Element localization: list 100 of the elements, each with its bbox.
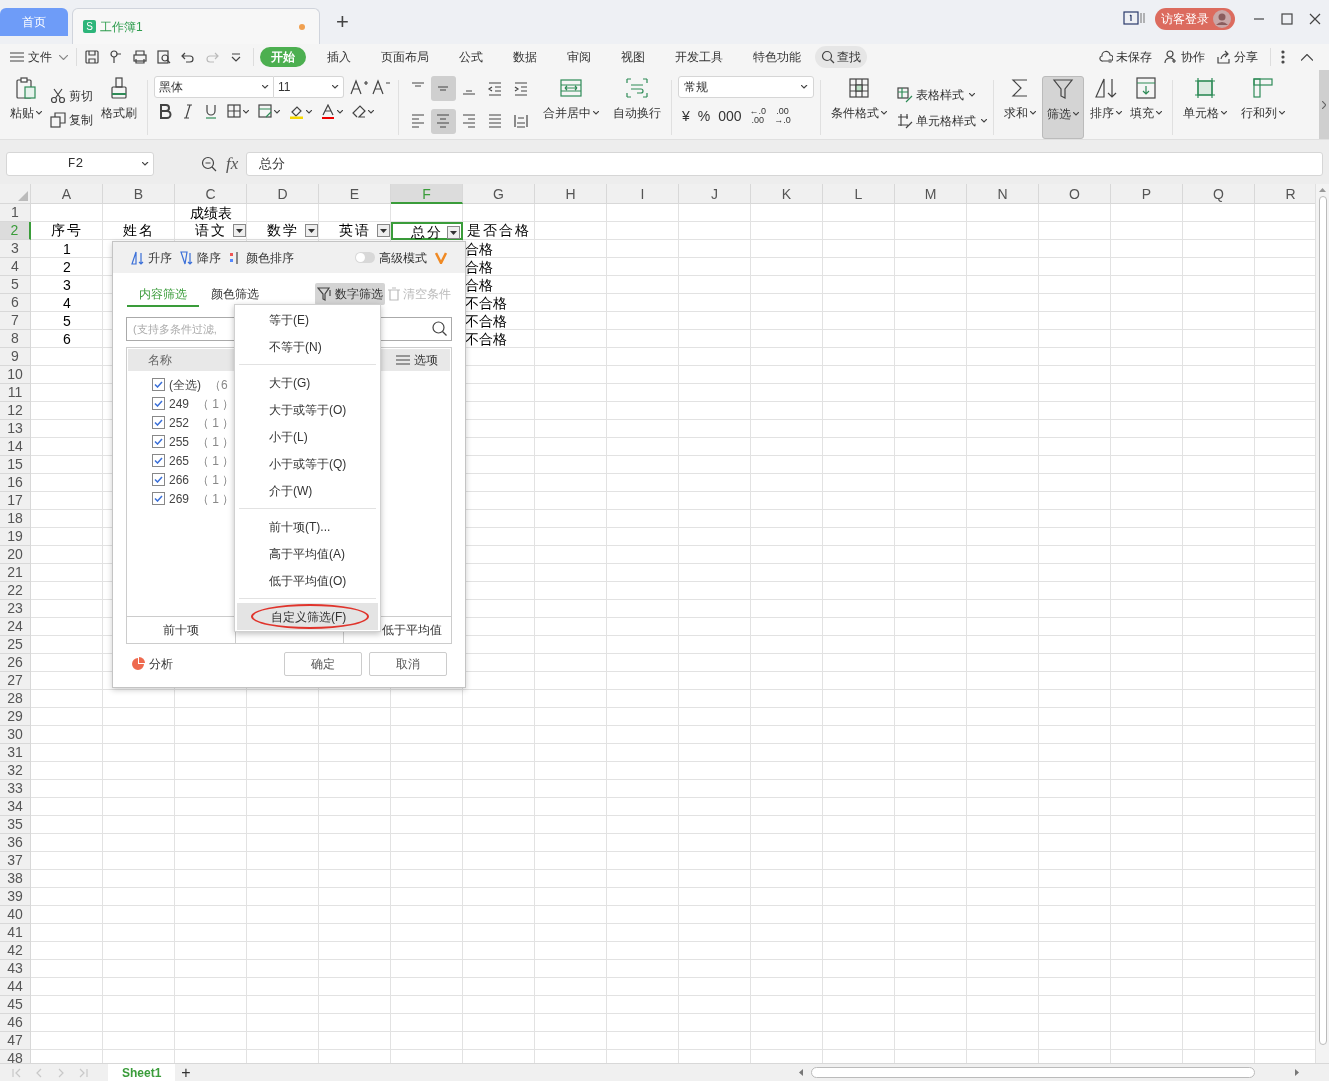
more-icon[interactable] [1281, 50, 1285, 64]
underline-icon[interactable] [204, 104, 218, 119]
print-preview-icon[interactable] [157, 50, 171, 64]
quick-filter-button[interactable]: 前十项 [127, 617, 235, 643]
vertical-scrollbar-thumb[interactable] [1318, 196, 1327, 1045]
close-icon[interactable] [1309, 13, 1321, 25]
conditional-format-button[interactable]: 条件格式 [827, 76, 891, 139]
collapse-icon[interactable] [1301, 53, 1313, 61]
row-header[interactable]: 23 [0, 600, 31, 618]
column-header[interactable]: K [751, 184, 823, 204]
rows-columns-button[interactable]: 行和列 [1237, 76, 1289, 139]
zoom-icon[interactable] [201, 155, 217, 172]
checkbox[interactable] [152, 435, 165, 448]
paste-button[interactable]: 粘贴 [6, 76, 46, 139]
number-format-button[interactable]: % [697, 109, 711, 123]
row-header[interactable]: 6 [0, 294, 31, 312]
sort-button[interactable]: 升序 [131, 248, 172, 267]
row-header[interactable]: 42 [0, 942, 31, 960]
options-button[interactable]: 选项 [396, 351, 438, 369]
ribbon-tab[interactable]: 数据 [507, 47, 543, 67]
row-header[interactable]: 8 [0, 330, 31, 348]
ribbon-tab[interactable]: 页面布局 [375, 47, 435, 67]
row-header[interactable]: 5 [0, 276, 31, 294]
cut-button[interactable]: 剪切 [50, 83, 93, 108]
row-header[interactable]: 18 [0, 510, 31, 528]
row-header[interactable]: 13 [0, 420, 31, 438]
row-header[interactable]: 43 [0, 960, 31, 978]
function-button[interactable]: fx [226, 150, 239, 177]
row-header[interactable]: 22 [0, 582, 31, 600]
row-header[interactable]: 19 [0, 528, 31, 546]
italic-icon[interactable] [181, 104, 195, 119]
filter-dropdown-button[interactable] [305, 224, 318, 237]
row-header[interactable]: 46 [0, 1014, 31, 1032]
row-header[interactable]: 14 [0, 438, 31, 456]
save-icon[interactable] [85, 50, 99, 64]
row-header[interactable]: 47 [0, 1032, 31, 1050]
row-header[interactable]: 31 [0, 744, 31, 762]
filter-tab[interactable]: 颜色筛选 [199, 283, 271, 307]
row-header[interactable]: 4 [0, 258, 31, 276]
number-format-button[interactable]: 000 [718, 109, 742, 123]
font-color-icon[interactable] [321, 104, 335, 119]
cell-format-icon[interactable] [258, 104, 272, 119]
wrap-text-button[interactable]: 自动换行 [609, 76, 665, 139]
copy-button[interactable]: 复制 [50, 107, 93, 132]
print-icon[interactable] [133, 50, 147, 64]
column-header[interactable]: P [1111, 184, 1183, 204]
menu-item[interactable]: 高于平均值(A) [235, 540, 380, 567]
advanced-mode-toggle[interactable] [355, 252, 375, 263]
cancel-button[interactable]: 取消 [369, 652, 447, 676]
row-header[interactable]: 45 [0, 996, 31, 1014]
bold-icon[interactable] [158, 104, 172, 119]
row-header[interactable]: 7 [0, 312, 31, 330]
row-header[interactable]: 25 [0, 636, 31, 654]
maximize-icon[interactable] [1281, 13, 1293, 25]
sort-button[interactable]: 排序 [1086, 76, 1126, 139]
formula-field[interactable]: 总分 [246, 151, 1323, 176]
row-header[interactable]: 24 [0, 618, 31, 636]
row-header[interactable]: 39 [0, 888, 31, 906]
row-header[interactable]: 37 [0, 852, 31, 870]
cell-button[interactable]: 单元格 [1179, 76, 1231, 139]
increase-indent-icon[interactable] [512, 80, 529, 97]
menu-item[interactable]: 大于或等于(O) [235, 396, 380, 423]
cell-style-button[interactable]: 单元格样式 [897, 108, 987, 133]
font-size-field[interactable]: 11 [274, 76, 344, 98]
analysis-button[interactable]: 分析 [131, 655, 173, 673]
number-format-button[interactable]: ¥ [682, 109, 690, 123]
row-header[interactable]: 26 [0, 654, 31, 672]
merge-center-button[interactable]: 合并居中 [539, 76, 603, 139]
ribbon-tab[interactable]: 审阅 [561, 47, 597, 67]
menu-item[interactable]: 小于或等于(Q) [235, 450, 380, 477]
number-format-field[interactable]: 常规 [678, 76, 814, 98]
align-left-icon[interactable] [409, 113, 426, 129]
row-header[interactable]: 20 [0, 546, 31, 564]
distributed-icon[interactable] [512, 113, 529, 129]
row-header[interactable]: 16 [0, 474, 31, 492]
column-header[interactable]: L [823, 184, 895, 204]
sum-button[interactable]: 求和 [1000, 76, 1040, 139]
sheet-tab[interactable]: Sheet1 [108, 1063, 176, 1081]
row-header[interactable]: 34 [0, 798, 31, 816]
row-header[interactable]: 28 [0, 690, 31, 708]
increase-font-icon[interactable] [350, 79, 368, 95]
menu-item[interactable]: 等于(E) [235, 306, 380, 333]
column-header[interactable]: C [175, 184, 247, 204]
row-header[interactable]: 12 [0, 402, 31, 420]
row-header[interactable]: 36 [0, 834, 31, 852]
column-header[interactable]: D [247, 184, 319, 204]
filter-dropdown-button[interactable] [447, 226, 460, 239]
toolbar-action[interactable]: 协作 [1164, 48, 1205, 66]
fill-color-icon[interactable] [289, 104, 304, 119]
menu-item[interactable]: 低于平均值(O) [235, 567, 380, 594]
font-name-field[interactable]: 黑体 [154, 76, 274, 98]
search-button[interactable]: 查找 [815, 46, 867, 68]
row-header[interactable]: 33 [0, 780, 31, 798]
add-sheet-button[interactable]: + [181, 1064, 191, 1081]
row-header[interactable]: 44 [0, 978, 31, 996]
eraser-icon[interactable] [352, 104, 366, 119]
name-box[interactable]: F2 [6, 151, 154, 176]
table-style-button[interactable]: 表格样式 [897, 82, 987, 107]
decrease-font-icon[interactable] [372, 79, 390, 95]
filter-button[interactable]: 筛选 [1042, 76, 1084, 139]
